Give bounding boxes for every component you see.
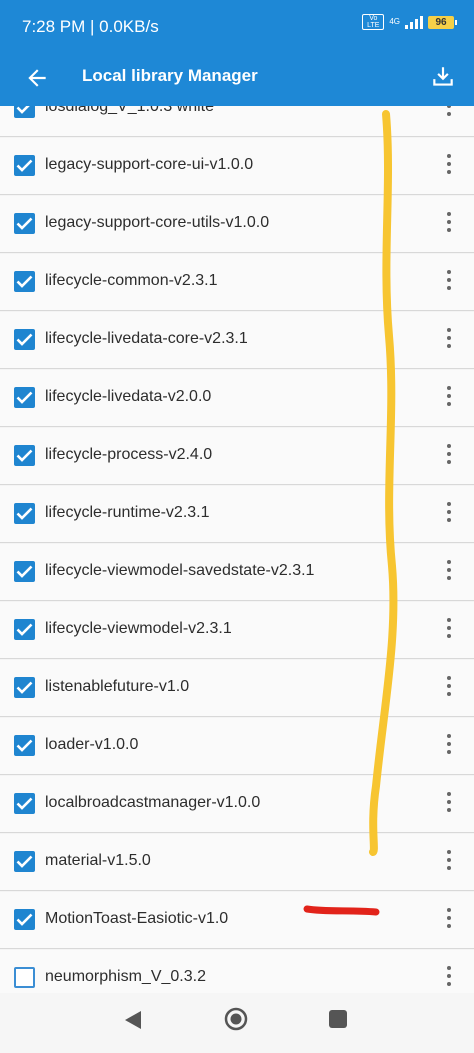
list-item[interactable]: material-v1.5.0 [0, 834, 474, 891]
circle-home-icon[interactable] [224, 1007, 248, 1031]
checkbox-checked[interactable] [14, 445, 35, 466]
checkmark-icon [16, 507, 33, 520]
checkmark-icon [16, 913, 33, 926]
square-recents-icon[interactable] [329, 1010, 347, 1028]
library-name: listenablefuture-v1.0 [45, 678, 190, 695]
library-name: lifecycle-viewmodel-savedstate-v2.3.1 [45, 562, 315, 579]
more-vert-icon[interactable] [446, 444, 452, 468]
list-item[interactable]: legacy-support-core-utils-v1.0.0 [0, 196, 474, 253]
app-bar: Local library Manager [0, 52, 474, 106]
arrow-back-icon[interactable] [24, 65, 50, 91]
checkmark-icon [16, 565, 33, 578]
triangle-back-icon[interactable] [124, 1010, 142, 1030]
checkmark-icon [16, 275, 33, 288]
more-vert-icon[interactable] [446, 270, 452, 294]
status-bar: 7:28 PM | 0.0KB/s Vo LTE 4G 96 [0, 0, 474, 52]
library-name: material-v1.5.0 [45, 852, 151, 869]
checkmark-icon [16, 681, 33, 694]
list-item[interactable]: iosdialog_V_1.0.3 white [0, 106, 474, 137]
more-vert-icon[interactable] [446, 386, 452, 410]
checkbox-checked[interactable] [14, 851, 35, 872]
checkbox-checked[interactable] [14, 735, 35, 756]
list-item[interactable]: lifecycle-runtime-v2.3.1 [0, 486, 474, 543]
checkbox-checked[interactable] [14, 329, 35, 350]
checkmark-icon [16, 449, 33, 462]
battery-icon: 96 [428, 15, 457, 29]
library-name: legacy-support-core-ui-v1.0.0 [45, 156, 254, 173]
list-item[interactable]: lifecycle-livedata-v2.0.0 [0, 370, 474, 427]
list-item[interactable]: lifecycle-viewmodel-savedstate-v2.3.1 [0, 544, 474, 601]
list-item[interactable]: lifecycle-viewmodel-v2.3.1 [0, 602, 474, 659]
system-nav-bar [0, 993, 474, 1053]
library-name: localbroadcastmanager-v1.0.0 [45, 794, 261, 811]
checkmark-icon [16, 333, 33, 346]
list-item[interactable]: localbroadcastmanager-v1.0.0 [0, 776, 474, 833]
more-vert-icon[interactable] [446, 328, 452, 352]
checkmark-icon [16, 217, 33, 230]
more-vert-icon[interactable] [446, 560, 452, 584]
more-vert-icon[interactable] [446, 212, 452, 236]
checkbox-checked[interactable] [14, 561, 35, 582]
checkbox-checked[interactable] [14, 909, 35, 930]
checkbox-unchecked[interactable] [14, 967, 35, 988]
network-type-label: 4G [389, 17, 400, 26]
download-icon[interactable] [430, 64, 456, 90]
page-title: Local library Manager [82, 66, 258, 85]
checkmark-icon [16, 797, 33, 810]
list-item[interactable]: listenablefuture-v1.0 [0, 660, 474, 717]
more-vert-icon[interactable] [446, 154, 452, 178]
library-name: loader-v1.0.0 [45, 736, 139, 753]
list-item[interactable]: lifecycle-process-v2.4.0 [0, 428, 474, 485]
checkbox-checked[interactable] [14, 271, 35, 292]
status-time: 7:28 PM | 0.0KB/s [22, 17, 159, 36]
more-vert-icon[interactable] [446, 734, 452, 758]
library-name: lifecycle-common-v2.3.1 [45, 272, 218, 289]
library-name: lifecycle-viewmodel-v2.3.1 [45, 620, 232, 637]
checkmark-icon [16, 623, 33, 636]
more-vert-icon[interactable] [446, 966, 452, 990]
list-item[interactable]: loader-v1.0.0 [0, 718, 474, 775]
list-item[interactable]: lifecycle-livedata-core-v2.3.1 [0, 312, 474, 369]
checkbox-checked[interactable] [14, 155, 35, 176]
library-name: MotionToast-Easiotic-v1.0 [45, 910, 229, 927]
more-vert-icon[interactable] [446, 676, 452, 700]
list-item[interactable]: MotionToast-Easiotic-v1.0 [0, 892, 474, 949]
library-name: lifecycle-runtime-v2.3.1 [45, 504, 210, 521]
checkbox-checked[interactable] [14, 387, 35, 408]
more-vert-icon[interactable] [446, 850, 452, 874]
checkmark-icon [16, 391, 33, 404]
list-item[interactable]: lifecycle-common-v2.3.1 [0, 254, 474, 311]
signal-icon [405, 15, 423, 29]
checkbox-checked[interactable] [14, 503, 35, 524]
checkbox-checked[interactable] [14, 213, 35, 234]
checkmark-icon [16, 855, 33, 868]
library-rows: iosdialog_V_1.0.3 white legacy-support-co… [0, 106, 474, 993]
library-name: neumorphism_V_0.3.2 [45, 968, 206, 985]
library-list[interactable]: iosdialog_V_1.0.3 white legacy-support-co… [0, 106, 474, 993]
checkbox-checked[interactable] [14, 619, 35, 640]
more-vert-icon[interactable] [446, 502, 452, 526]
status-icons: Vo LTE 4G 96 [362, 14, 457, 30]
more-vert-icon[interactable] [446, 792, 452, 816]
library-name: lifecycle-process-v2.4.0 [45, 446, 213, 463]
checkbox-checked[interactable] [14, 677, 35, 698]
more-vert-icon[interactable] [446, 106, 452, 120]
library-name: lifecycle-livedata-core-v2.3.1 [45, 330, 248, 347]
checkmark-icon [16, 739, 33, 752]
checkmark-icon [16, 106, 30, 114]
checkbox-checked[interactable] [14, 793, 35, 814]
more-vert-icon[interactable] [446, 908, 452, 932]
volte-icon: Vo LTE [362, 14, 385, 30]
list-item[interactable]: neumorphism_V_0.3.2 [0, 950, 474, 993]
library-name: iosdialog_V_1.0.3 white [45, 106, 215, 115]
checkmark-icon [16, 159, 33, 172]
more-vert-icon[interactable] [446, 618, 452, 642]
library-name: legacy-support-core-utils-v1.0.0 [45, 214, 270, 231]
library-name: lifecycle-livedata-v2.0.0 [45, 388, 212, 405]
list-item[interactable]: legacy-support-core-ui-v1.0.0 [0, 138, 474, 195]
checkbox-checked[interactable] [14, 106, 35, 118]
